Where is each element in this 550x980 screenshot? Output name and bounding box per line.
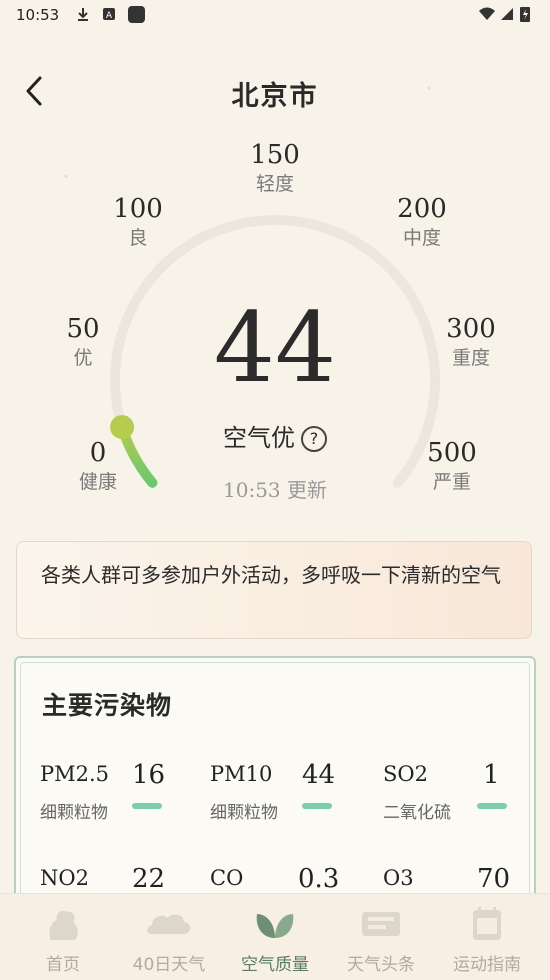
health-advice: 各类人群可多参加户外活动，多呼吸一下清新的空气 bbox=[16, 541, 532, 639]
download-icon bbox=[78, 8, 88, 21]
leaf-icon bbox=[256, 914, 294, 938]
scale-0: 0 健康 bbox=[78, 438, 117, 493]
pollutants-title: 主要污染物 bbox=[42, 691, 173, 720]
pollutant-so2[interactable]: SO2 二氧化硫 1 bbox=[383, 760, 550, 842]
aqi-description: 空气优? bbox=[175, 418, 375, 453]
app-icon bbox=[128, 6, 145, 23]
pollutant-bar bbox=[477, 803, 507, 809]
scale-150: 150 轻度 bbox=[250, 140, 300, 195]
calendar-icon bbox=[473, 907, 501, 940]
keyboard-a-icon: A bbox=[103, 8, 115, 21]
aqi-value: 44 bbox=[213, 292, 337, 404]
tab-sports[interactable]: 运动指南 bbox=[432, 894, 542, 980]
update-time: 10:53 更新 bbox=[223, 478, 327, 502]
tab-air-quality[interactable]: 空气质量 bbox=[220, 894, 330, 980]
cloud-icon bbox=[147, 914, 190, 934]
pollutant-pm25[interactable]: PM2.5 细颗粒物 16 bbox=[40, 760, 210, 842]
status-bar: 10:53 A bbox=[0, 0, 550, 30]
svg-text:A: A bbox=[106, 11, 113, 21]
pollutant-pm10[interactable]: PM10 细颗粒物 44 bbox=[210, 760, 380, 842]
tab-home[interactable]: 首页 bbox=[8, 894, 118, 980]
tab-headlines[interactable]: 天气头条 bbox=[326, 894, 436, 980]
wifi-icon bbox=[479, 7, 495, 20]
scale-200: 200 中度 bbox=[397, 194, 447, 249]
header: 北京市 bbox=[0, 70, 550, 114]
help-icon[interactable]: ? bbox=[301, 426, 327, 452]
pollutant-bar bbox=[302, 803, 332, 809]
scale-100: 100 良 bbox=[113, 194, 163, 249]
tab-40day[interactable]: 40日天气 bbox=[114, 894, 224, 980]
pollutants-card: 主要污染物 PM2.5 细颗粒物 16 PM10 细颗粒物 44 SO2 二氧化… bbox=[14, 656, 536, 916]
scale-50: 50 优 bbox=[66, 314, 100, 369]
signal-icon bbox=[501, 8, 513, 20]
aqi-gauge: 0 健康 50 优 100 良 150 轻度 200 中度 300 重度 500 严重 44 … bbox=[0, 130, 550, 520]
page-title: 北京市 bbox=[231, 81, 319, 112]
gauge-knob bbox=[110, 415, 135, 440]
scale-300: 300 重度 bbox=[446, 314, 496, 369]
status-time: 10:53 bbox=[16, 6, 60, 24]
scale-500: 500 严重 bbox=[427, 438, 477, 493]
pollutant-bar bbox=[132, 803, 162, 809]
battery-icon bbox=[520, 7, 530, 22]
bottom-tab-bar: 首页 40日天气 空气质量 天气头条 运动指南 bbox=[0, 893, 550, 980]
scroll-icon bbox=[362, 912, 400, 936]
home-icon bbox=[49, 910, 78, 940]
